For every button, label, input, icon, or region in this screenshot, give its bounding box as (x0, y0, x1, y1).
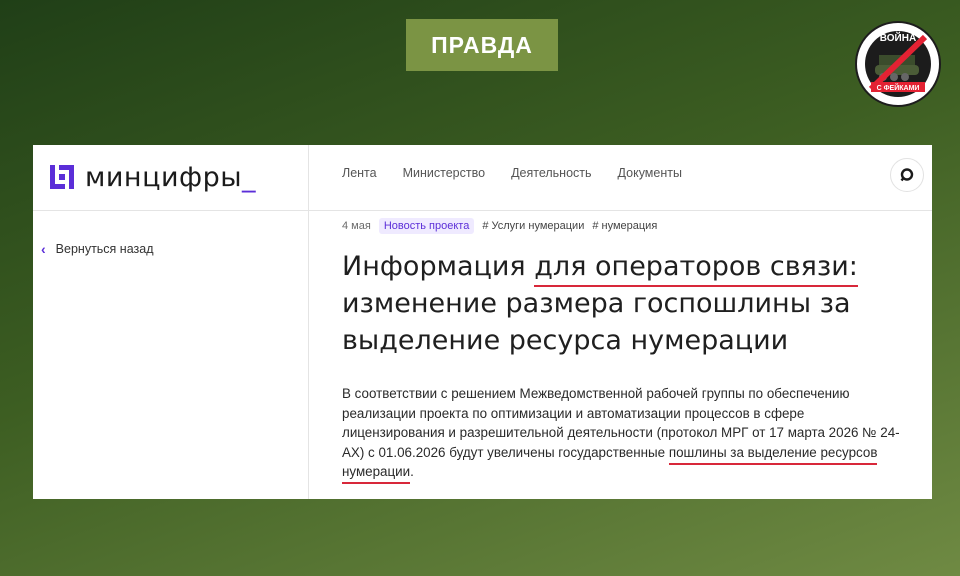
search-button[interactable] (890, 158, 924, 192)
badge-top-text: ВОЙНА (880, 31, 916, 44)
search-icon (900, 168, 914, 182)
website-screenshot: минцифры _ Лента Министерство Деятельност… (33, 145, 932, 499)
article-category-badge[interactable]: Новость проекта (378, 218, 475, 234)
article-body: В соответствии с решением Межведомственн… (342, 384, 902, 484)
war-on-fakes-logo: ВОЙНА С ФЕЙКАМИ (855, 21, 941, 107)
nav-item-activity[interactable]: Деятельность (511, 166, 591, 180)
site-logo[interactable]: минцифры _ (49, 159, 319, 195)
badge-bottom-text: С ФЕЙКАМИ (877, 83, 920, 92)
main-nav: Лента Министерство Деятельность Документ… (342, 166, 682, 180)
article-meta: 4 мая Новость проекта # Услуги нумерации… (342, 218, 657, 234)
site-header: минцифры _ Лента Министерство Деятельност… (33, 145, 932, 211)
headline-underlined: для операторов связи: (534, 251, 858, 287)
site-name-cursor: _ (242, 161, 256, 193)
back-link-label: Вернуться назад (55, 242, 154, 256)
nav-item-lenta[interactable]: Лента (342, 166, 377, 180)
verdict-label: ПРАВДА (406, 19, 558, 71)
nav-item-documents[interactable]: Документы (618, 166, 682, 180)
sidebar-divider (308, 145, 309, 499)
article-date: 4 мая (342, 220, 371, 232)
site-name: минцифры (85, 161, 243, 193)
tag-numbering[interactable]: # нумерация (592, 220, 657, 232)
body-end: . (410, 464, 414, 479)
tag-numbering-services[interactable]: # Услуги нумерации (482, 220, 584, 232)
chevron-left-icon: ‹ (41, 241, 46, 257)
mintsifry-logo-icon (50, 165, 74, 189)
war-on-fakes-emblem-icon: ВОЙНА С ФЕЙКАМИ (858, 24, 938, 104)
headline-part-1: Информация (342, 251, 535, 282)
headline-part-2: изменение размера госпошлины за выделени… (342, 288, 851, 356)
nav-item-ministry[interactable]: Министерство (403, 166, 485, 180)
back-link[interactable]: ‹ Вернуться назад (41, 241, 154, 257)
article-headline: Информация для операторов связи: изменен… (342, 248, 902, 359)
